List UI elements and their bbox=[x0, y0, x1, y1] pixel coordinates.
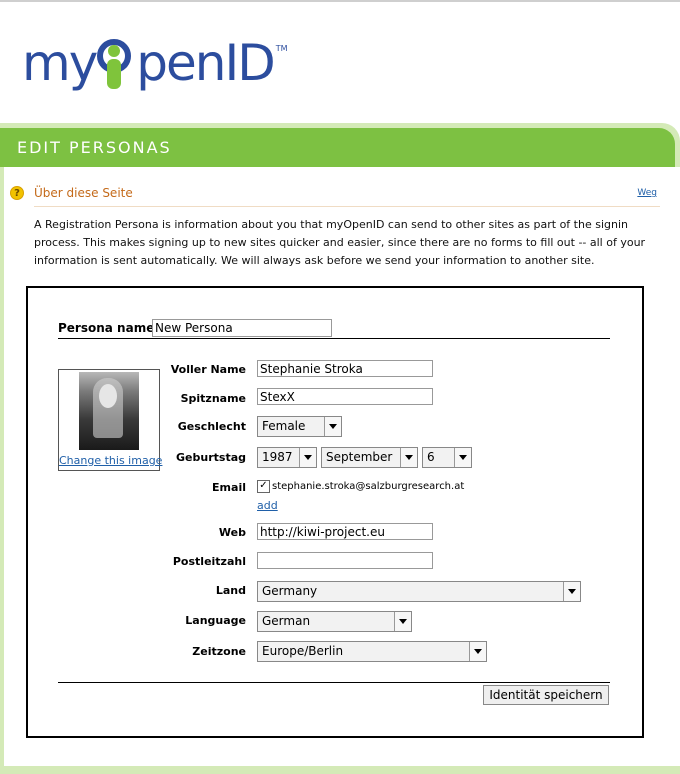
timezone-label: Zeitzone bbox=[192, 645, 246, 658]
gender-select[interactable]: Female bbox=[257, 416, 342, 437]
fullname-label: Voller Name bbox=[170, 363, 246, 376]
timezone-select[interactable]: Europe/Berlin bbox=[257, 641, 487, 662]
question-icon: ? bbox=[10, 186, 24, 200]
postcode-label: Postleitzahl bbox=[172, 555, 246, 568]
birth-month-value: September bbox=[326, 450, 393, 464]
chevron-down-icon bbox=[469, 642, 486, 661]
top-border bbox=[0, 0, 680, 2]
birth-month-select[interactable]: September bbox=[321, 447, 418, 468]
page-title: EDIT PERSONAS bbox=[17, 138, 172, 157]
chevron-down-icon bbox=[394, 612, 411, 631]
divider bbox=[58, 682, 610, 683]
gender-label: Geschlecht bbox=[177, 420, 246, 433]
birth-year-value: 1987 bbox=[262, 450, 293, 464]
about-description: A Registration Persona is information ab… bbox=[34, 218, 646, 267]
language-label: Language bbox=[185, 614, 246, 627]
gender-value: Female bbox=[262, 419, 306, 433]
openid-i-icon bbox=[97, 37, 135, 89]
save-identity-button[interactable]: Identität speichern bbox=[483, 685, 609, 705]
chevron-down-icon bbox=[299, 448, 316, 467]
country-value: Germany bbox=[262, 584, 318, 598]
chevron-down-icon bbox=[563, 582, 580, 601]
birthday-label: Geburtstag bbox=[176, 451, 246, 464]
country-select[interactable]: Germany bbox=[257, 581, 581, 602]
nickname-input[interactable]: StexX bbox=[257, 388, 433, 405]
add-email-link[interactable]: add bbox=[257, 499, 278, 512]
birth-day-select[interactable]: 6 bbox=[422, 447, 472, 468]
web-input[interactable]: http://kiwi-project.eu bbox=[257, 523, 433, 540]
email-value: stephanie.stroka@salzburgresearch.at bbox=[272, 481, 465, 492]
bottom-border bbox=[0, 766, 680, 774]
left-border bbox=[0, 167, 4, 767]
persona-form: Persona name Change this image Voller Na… bbox=[26, 286, 644, 738]
chevron-down-icon bbox=[454, 448, 471, 467]
persona-name-label: Persona name bbox=[58, 321, 155, 335]
language-select[interactable]: German bbox=[257, 611, 412, 632]
section-banner: EDIT PERSONAS bbox=[0, 123, 680, 167]
fullname-input[interactable]: Stephanie Stroka bbox=[257, 360, 433, 377]
chevron-down-icon bbox=[324, 417, 341, 436]
postcode-input[interactable] bbox=[257, 552, 433, 569]
logo-trademark: TM bbox=[275, 44, 288, 53]
about-title[interactable]: Über diese Seite bbox=[34, 186, 133, 200]
nickname-label: Spitzname bbox=[180, 392, 246, 405]
country-label: Land bbox=[215, 584, 246, 597]
avatar bbox=[79, 372, 139, 450]
logo-penid: penID bbox=[136, 34, 275, 92]
myopenid-logo[interactable]: my penID TM bbox=[22, 30, 288, 96]
timezone-value: Europe/Berlin bbox=[262, 644, 344, 658]
language-value: German bbox=[262, 614, 311, 628]
chevron-down-icon bbox=[400, 448, 417, 467]
email-checkbox[interactable]: ✓ bbox=[257, 480, 270, 493]
divider bbox=[34, 206, 660, 207]
persona-name-input[interactable] bbox=[152, 319, 332, 337]
web-label: Web bbox=[218, 526, 246, 539]
birth-day-value: 6 bbox=[427, 450, 435, 464]
logo-my: my bbox=[22, 34, 98, 92]
divider bbox=[58, 338, 610, 339]
hide-about-link[interactable]: Weg bbox=[637, 188, 657, 198]
birth-year-select[interactable]: 1987 bbox=[257, 447, 317, 468]
email-label: Email bbox=[212, 481, 246, 494]
